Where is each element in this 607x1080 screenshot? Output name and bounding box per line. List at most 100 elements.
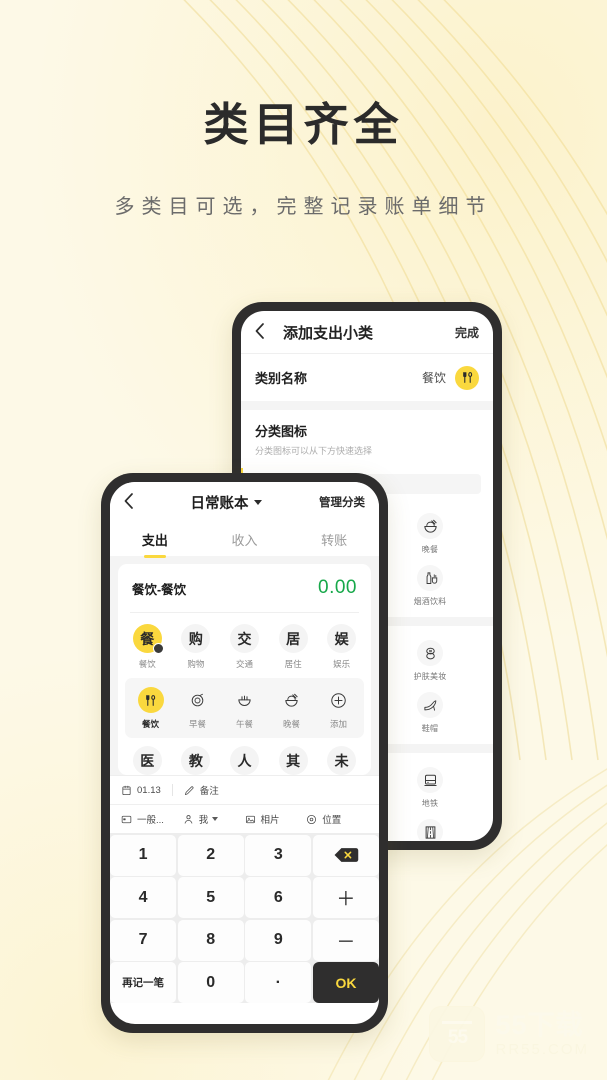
divider	[171, 784, 173, 796]
subcategory-item-dinner[interactable]: 晚餐	[268, 687, 315, 730]
icon-label: 烟酒饮料	[413, 597, 447, 606]
done-button[interactable]: 完成	[455, 324, 479, 341]
pencil-icon	[184, 785, 194, 795]
key-7[interactable]: 7	[110, 919, 177, 961]
category-item-unknown[interactable]: 未	[317, 746, 366, 775]
subcategory-item-lunch[interactable]: 午餐	[221, 687, 268, 730]
key-9[interactable]: 9	[245, 919, 312, 961]
high-heel-icon	[417, 692, 443, 718]
location-label: 位置	[322, 815, 342, 826]
category-name-label: 类别名称	[255, 371, 308, 386]
photo-field[interactable]: 相片	[245, 812, 307, 826]
key-3[interactable]: 3	[245, 834, 312, 876]
highway-icon	[417, 819, 443, 841]
watermark-title: 55下载	[495, 1009, 584, 1040]
account-field[interactable]: 一般...	[121, 812, 183, 826]
bottle-cup-icon	[417, 565, 443, 591]
subcategory-item-breakfast[interactable]: 早餐	[174, 687, 221, 730]
category-item-entertainment[interactable]: 娱 娱乐	[317, 624, 366, 670]
cutlery-icon[interactable]	[455, 365, 479, 390]
key-decimal[interactable]: ·	[245, 962, 312, 1003]
location-field[interactable]: 位置	[306, 812, 368, 826]
watermark-logo-text: 55	[447, 1027, 468, 1048]
category-item-transport[interactable]: 交 交通	[220, 624, 269, 670]
category-item-education[interactable]: 教	[172, 746, 221, 775]
ledger-selector[interactable]: 日常账本	[133, 492, 319, 513]
key-ok[interactable]: OK	[312, 962, 379, 1003]
page-subtitle: 多类目可选，完整记录账单细节	[114, 196, 493, 218]
subcategory-item-food[interactable]: 餐饮	[127, 687, 174, 730]
numeric-keypad: 1 2 3 4 5 6 ＋ 7 8 9 － 再记一笔 0 · OK	[110, 833, 379, 1003]
category-item-medical[interactable]: 医	[123, 746, 172, 775]
icon-section-header: 分类图标 分类图标可以从下方快速选择	[241, 410, 493, 464]
tab-expense[interactable]: 支出	[110, 530, 200, 549]
chevron-left-icon[interactable]	[124, 492, 133, 512]
key-5[interactable]: 5	[177, 877, 244, 918]
fried-egg-icon	[185, 687, 211, 713]
wallet-icon	[121, 815, 132, 823]
category-glyph: 教	[181, 746, 211, 775]
key-minus[interactable]: －	[312, 919, 379, 961]
ramen-bowl-icon	[417, 513, 443, 539]
category-glyph: 交	[229, 624, 259, 653]
noodle-bowl-icon	[232, 687, 258, 713]
subcategory-item-add[interactable]: 添加	[315, 687, 362, 730]
subcategory-panel: 餐饮 早餐 午餐 晚餐 添加	[125, 678, 364, 738]
category-item-other[interactable]: 其	[269, 746, 318, 775]
amount-label: 餐饮-餐饮	[132, 582, 187, 597]
watermark-text: 55下载 RR55.COM	[495, 1009, 589, 1058]
front-phone-body: 餐饮-餐饮 0.00 餐 餐饮 购 购物 交 交通 居 居住 娱 娱乐 餐饮 早…	[110, 556, 379, 775]
key-6[interactable]: 6	[245, 877, 312, 918]
key-0[interactable]: 0	[177, 962, 244, 1003]
key-2[interactable]: 2	[177, 834, 244, 876]
category-label: 餐饮	[138, 659, 156, 669]
plus-circle-icon	[326, 687, 352, 713]
key-add-another[interactable]: 再记一笔	[110, 962, 177, 1003]
key-plus[interactable]: ＋	[312, 877, 379, 918]
amount-value: 0.00	[318, 577, 357, 598]
photo-label: 相片	[260, 815, 280, 826]
amount-row[interactable]: 餐饮-餐饮 0.00	[118, 564, 371, 612]
section-gap	[241, 401, 493, 410]
category-item-social[interactable]: 人	[220, 746, 269, 775]
key-1[interactable]: 1	[110, 834, 177, 876]
icon-label: 晚餐	[421, 545, 439, 554]
icon-section-title: 分类图标	[255, 424, 308, 439]
category-glyph: 购	[181, 624, 211, 653]
chevron-left-icon[interactable]	[255, 322, 277, 342]
category-glyph: 医	[132, 746, 162, 775]
back-phone-navbar: 添加支出小类 完成	[241, 311, 493, 353]
category-label: 娱乐	[333, 659, 351, 669]
subcategory-label: 早餐	[188, 719, 206, 729]
promo-banner: 类目齐全 多类目可选，完整记录账单细节 添加支出小类 完成 类别名称 餐饮 分类…	[0, 0, 607, 1080]
category-item-food[interactable]: 餐 餐饮	[123, 624, 172, 670]
watermark-domain: RR55.COM	[495, 1040, 589, 1058]
backspace-icon	[334, 848, 359, 862]
icon-label: 地铁	[421, 799, 439, 808]
transaction-type-tabs: 支出 收入 转账	[110, 522, 379, 556]
note-field[interactable]: 备注	[184, 783, 219, 797]
back-phone-title: 添加支出小类	[283, 324, 374, 342]
category-item-housing[interactable]: 居 居住	[269, 624, 318, 670]
manage-categories-button[interactable]: 管理分类	[319, 494, 365, 510]
key-backspace[interactable]	[312, 834, 379, 876]
category-glyph: 人	[229, 746, 259, 775]
category-item-shopping[interactable]: 购 购物	[172, 624, 221, 670]
category-name-field[interactable]: 类别名称 餐饮	[241, 354, 493, 401]
note-label: 备注	[199, 786, 219, 797]
member-field[interactable]: 我	[183, 812, 245, 826]
key-4[interactable]: 4	[110, 877, 177, 918]
watermark-logo: 55	[429, 1006, 486, 1062]
date-field[interactable]: 01.13	[121, 785, 161, 796]
icon-section-subtitle: 分类图标可以从下方快速选择	[255, 446, 373, 456]
watermark-logo-bar	[442, 1021, 473, 1024]
image-icon	[245, 815, 255, 823]
date-value: 01.13	[137, 784, 161, 796]
category-label: 交通	[235, 659, 253, 669]
cosmetics-icon	[417, 640, 443, 666]
front-phone-navbar: 日常账本 管理分类	[110, 482, 379, 522]
key-8[interactable]: 8	[177, 919, 244, 961]
tab-transfer[interactable]: 转账	[289, 530, 379, 549]
tab-income[interactable]: 收入	[200, 530, 290, 549]
location-icon	[307, 814, 317, 824]
